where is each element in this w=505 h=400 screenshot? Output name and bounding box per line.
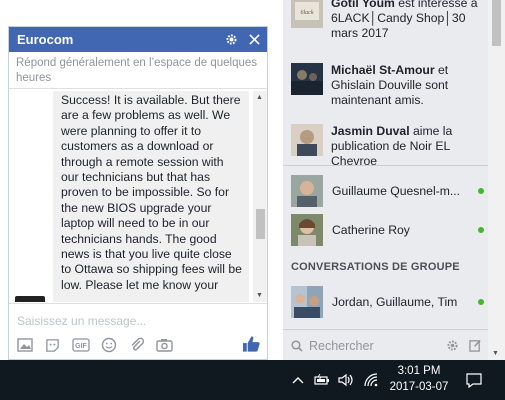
avatar [291, 214, 323, 246]
message-input[interactable]: Saisissez un message... [17, 314, 146, 328]
ticker-item[interactable]: 6lack Gotil Youm est intéressé à 6LACK│C… [291, 0, 486, 41]
chevron-up-icon[interactable] [290, 372, 306, 388]
activity-ticker[interactable]: 6lack Gotil Youm est intéressé à 6LACK│C… [283, 0, 488, 165]
ticker-divider [283, 165, 488, 166]
taskbar-clock[interactable]: 3:01 PM 2017-03-07 [388, 363, 450, 395]
ticker-actor[interactable]: Gotil Youm [331, 0, 395, 10]
contact-item[interactable]: Guillaume Quesnel-m... [291, 174, 486, 208]
group-conversations-heading: CONVERSATIONS DE GROUPE [291, 261, 460, 273]
scroll-down-icon[interactable]: ▼ [492, 350, 499, 357]
ticker-item[interactable]: Michaël St-Amour et Ghislain Douville so… [291, 63, 486, 108]
gif-icon[interactable]: GIF [71, 337, 90, 353]
new-message-icon[interactable] [469, 339, 482, 352]
sidebar-search[interactable]: Rechercher [283, 329, 488, 361]
avatar [15, 296, 45, 302]
scroll-up-icon[interactable]: ▲ [256, 94, 263, 101]
gear-icon[interactable] [224, 33, 238, 47]
search-icon [291, 339, 303, 352]
avatar [291, 175, 323, 207]
group-name: Jordan, Guillaume, Tim [332, 295, 458, 309]
search-input[interactable]: Rechercher [309, 339, 446, 353]
avatar [291, 286, 323, 318]
sidebar-scrollbar[interactable]: ▼ [488, 0, 505, 360]
message-composer: Saisissez un message... GIF [9, 303, 267, 359]
volume-icon[interactable] [338, 372, 354, 388]
gear-icon[interactable] [446, 339, 459, 352]
chat-response-time: Répond généralement en l’espace de quelq… [9, 52, 267, 89]
clock-time: 3:01 PM [397, 365, 441, 377]
emoji-icon[interactable] [99, 337, 118, 353]
svg-text:GIF: GIF [75, 343, 87, 350]
ticker-actor[interactable]: Jasmin Duval [331, 124, 410, 138]
ticker-thumbnail: 6lack [291, 0, 323, 28]
svg-text:6lack: 6lack [301, 10, 314, 16]
scroll-thumb[interactable] [492, 0, 501, 46]
contact-name: Guillaume Quesnel-m... [332, 184, 461, 198]
clock-date: 2017-03-07 [389, 381, 449, 393]
chat-scrollbar[interactable]: ▲ ▼ [253, 91, 267, 302]
close-icon[interactable] [247, 33, 261, 47]
group-conversation-item[interactable]: Jordan, Guillaume, Tim [291, 285, 486, 319]
like-icon[interactable] [242, 335, 261, 358]
battery-icon[interactable] [314, 372, 330, 388]
message-bubble: Success! It is available. But there are … [53, 91, 249, 302]
scroll-down-icon[interactable]: ▼ [256, 292, 263, 299]
chat-title[interactable]: Eurocom [17, 32, 215, 47]
wifi-icon[interactable] [363, 372, 379, 388]
ticker-thumbnail [291, 63, 323, 95]
chat-messages[interactable]: Success! It is available. But there are … [9, 91, 267, 302]
online-status-icon [478, 188, 484, 194]
notification-icon[interactable] [465, 372, 483, 388]
contact-name: Catherine Roy [332, 223, 410, 237]
chat-window: Eurocom Répond généralement en l’espace … [8, 26, 268, 360]
online-status-icon [478, 299, 484, 305]
attachment-icon[interactable] [127, 337, 146, 353]
composer-toolbar: GIF [15, 337, 174, 353]
scroll-thumb[interactable] [256, 209, 265, 239]
photo-icon[interactable] [15, 337, 34, 353]
chat-header[interactable]: Eurocom [9, 27, 267, 52]
online-status-icon [478, 227, 484, 233]
contact-item[interactable]: Catherine Roy [291, 213, 486, 247]
ticker-thumbnail [291, 124, 323, 156]
ticker-item[interactable]: Jasmin Duval aime la publication de Noir… [291, 124, 486, 165]
chat-sidebar: 6lack Gotil Youm est intéressé à 6LACK│C… [283, 0, 505, 360]
ticker-actor[interactable]: Michaël St-Amour [331, 63, 435, 77]
camera-icon[interactable] [155, 337, 174, 353]
sticker-icon[interactable] [43, 337, 62, 353]
taskbar: 3:01 PM 2017-03-07 [0, 360, 505, 400]
